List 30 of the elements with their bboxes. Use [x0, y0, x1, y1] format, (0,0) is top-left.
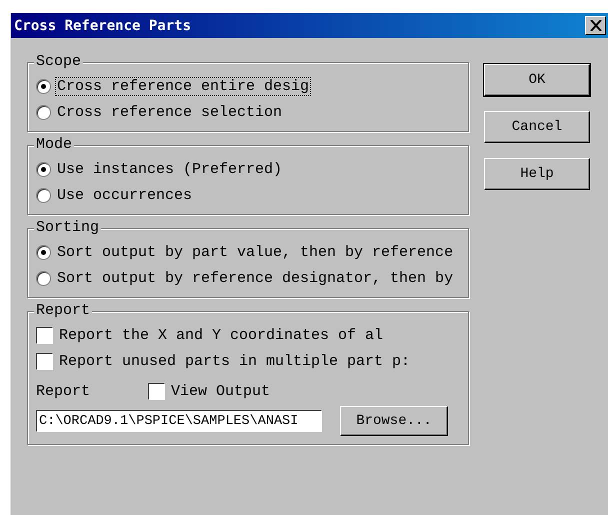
radio-button[interactable] [36, 188, 51, 202]
dialog-button[interactable]: Help [484, 158, 590, 190]
option-label[interactable]: Sort output by part value, then by reference [55, 242, 456, 262]
option-label[interactable]: Report the X and Y coordinates of al [57, 326, 386, 344]
file-path-field[interactable]: C:\ORCAD9.1\PSPICE\SAMPLES\ANASI [36, 410, 322, 432]
dialog-button[interactable]: OK [484, 64, 590, 96]
option-label[interactable]: Use instances (Preferred) [55, 160, 284, 178]
group-title: Report [34, 302, 92, 320]
group-title: Sorting [34, 219, 102, 237]
field-label: Report [36, 382, 92, 400]
browse-button[interactable]: Browse... [340, 406, 448, 436]
option-label[interactable]: Sort output by reference designator, then by [55, 268, 456, 288]
option-label[interactable]: Cross reference selection [55, 102, 284, 122]
radio-button[interactable] [36, 104, 51, 120]
checkbox[interactable] [36, 352, 53, 370]
close-icon [590, 20, 602, 31]
option-label[interactable]: Use occurrences [55, 186, 194, 204]
radio-button[interactable] [36, 270, 51, 286]
checkbox[interactable] [148, 382, 165, 400]
radio-button[interactable] [36, 78, 51, 94]
window-title: Cross Reference Parts [14, 18, 192, 34]
option-label[interactable]: View Output [169, 382, 272, 400]
checkbox[interactable] [36, 326, 53, 344]
option-label[interactable]: Cross reference entire desig [55, 76, 312, 96]
radio-button[interactable] [36, 162, 51, 176]
group-title: Scope [34, 53, 84, 71]
dialog-button[interactable]: Cancel [484, 111, 590, 143]
close-button[interactable] [585, 16, 606, 35]
option-label[interactable]: Report unused parts in multiple part p: [57, 352, 412, 370]
radio-button[interactable] [36, 244, 51, 260]
